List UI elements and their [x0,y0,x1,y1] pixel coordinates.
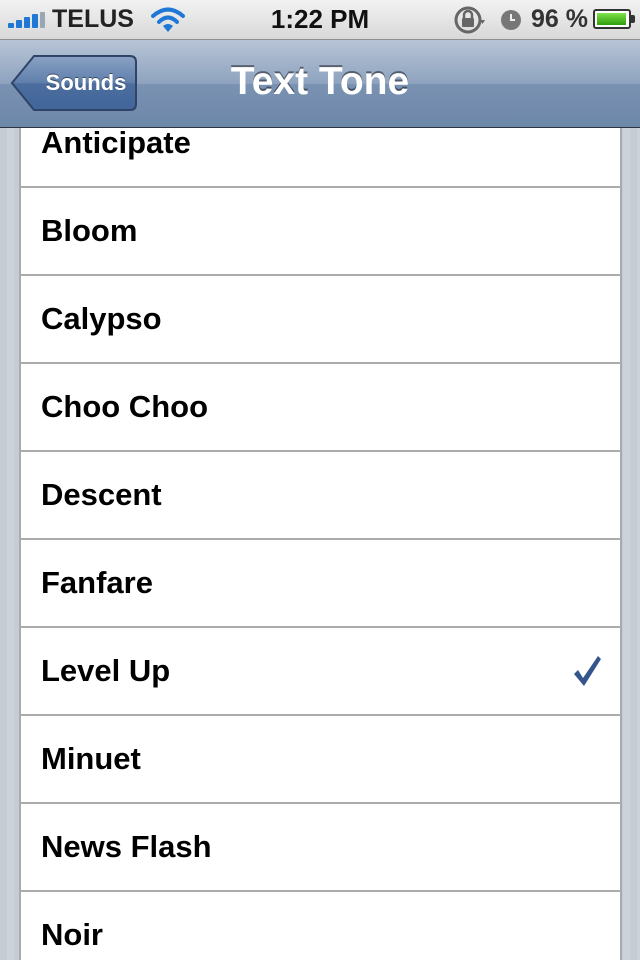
navigation-bar: Sounds Text Tone [0,40,640,128]
tone-label: Level Up [41,653,171,688]
battery-level-fill [597,13,626,25]
tone-label: Minuet [41,741,141,776]
tone-label: Calypso [41,301,162,336]
tone-label: News Flash [41,829,212,864]
back-button[interactable]: Sounds [10,54,138,112]
back-button-label: Sounds [45,70,127,95]
status-bar: TELUS 1:22 PM 96 % [0,0,640,40]
list-item[interactable]: Minuet [21,716,620,804]
list-item[interactable]: Bloom [21,188,620,276]
tone-label: Noir [41,917,103,952]
tone-label: Descent [41,477,162,512]
list-item[interactable]: Level Up [21,628,620,716]
rotation-lock-icon [454,6,485,34]
list-item[interactable]: Choo Choo [21,364,620,452]
checkmark-icon [574,656,601,686]
list-item[interactable]: Noir [21,892,620,960]
tone-label: Anticipate [41,128,191,160]
tone-label: Choo Choo [41,389,209,424]
list-item[interactable]: Anticipate [21,128,620,188]
list-item[interactable]: Calypso [21,276,620,364]
tone-label: Bloom [41,213,138,248]
list-item[interactable]: Fanfare [21,540,620,628]
list-item[interactable]: News Flash [21,804,620,892]
tone-label: Fanfare [41,565,153,600]
tone-list-scroll[interactable]: Anticipate Bloom Calypso Choo Choo Descent Fa… [0,128,640,960]
battery-percent: 96 % [531,5,588,33]
tone-list: Anticipate Bloom Calypso Choo Choo Descent Fa… [19,128,622,960]
list-item[interactable]: Descent [21,452,620,540]
battery-icon [593,9,635,29]
alarm-clock-icon [501,10,521,30]
